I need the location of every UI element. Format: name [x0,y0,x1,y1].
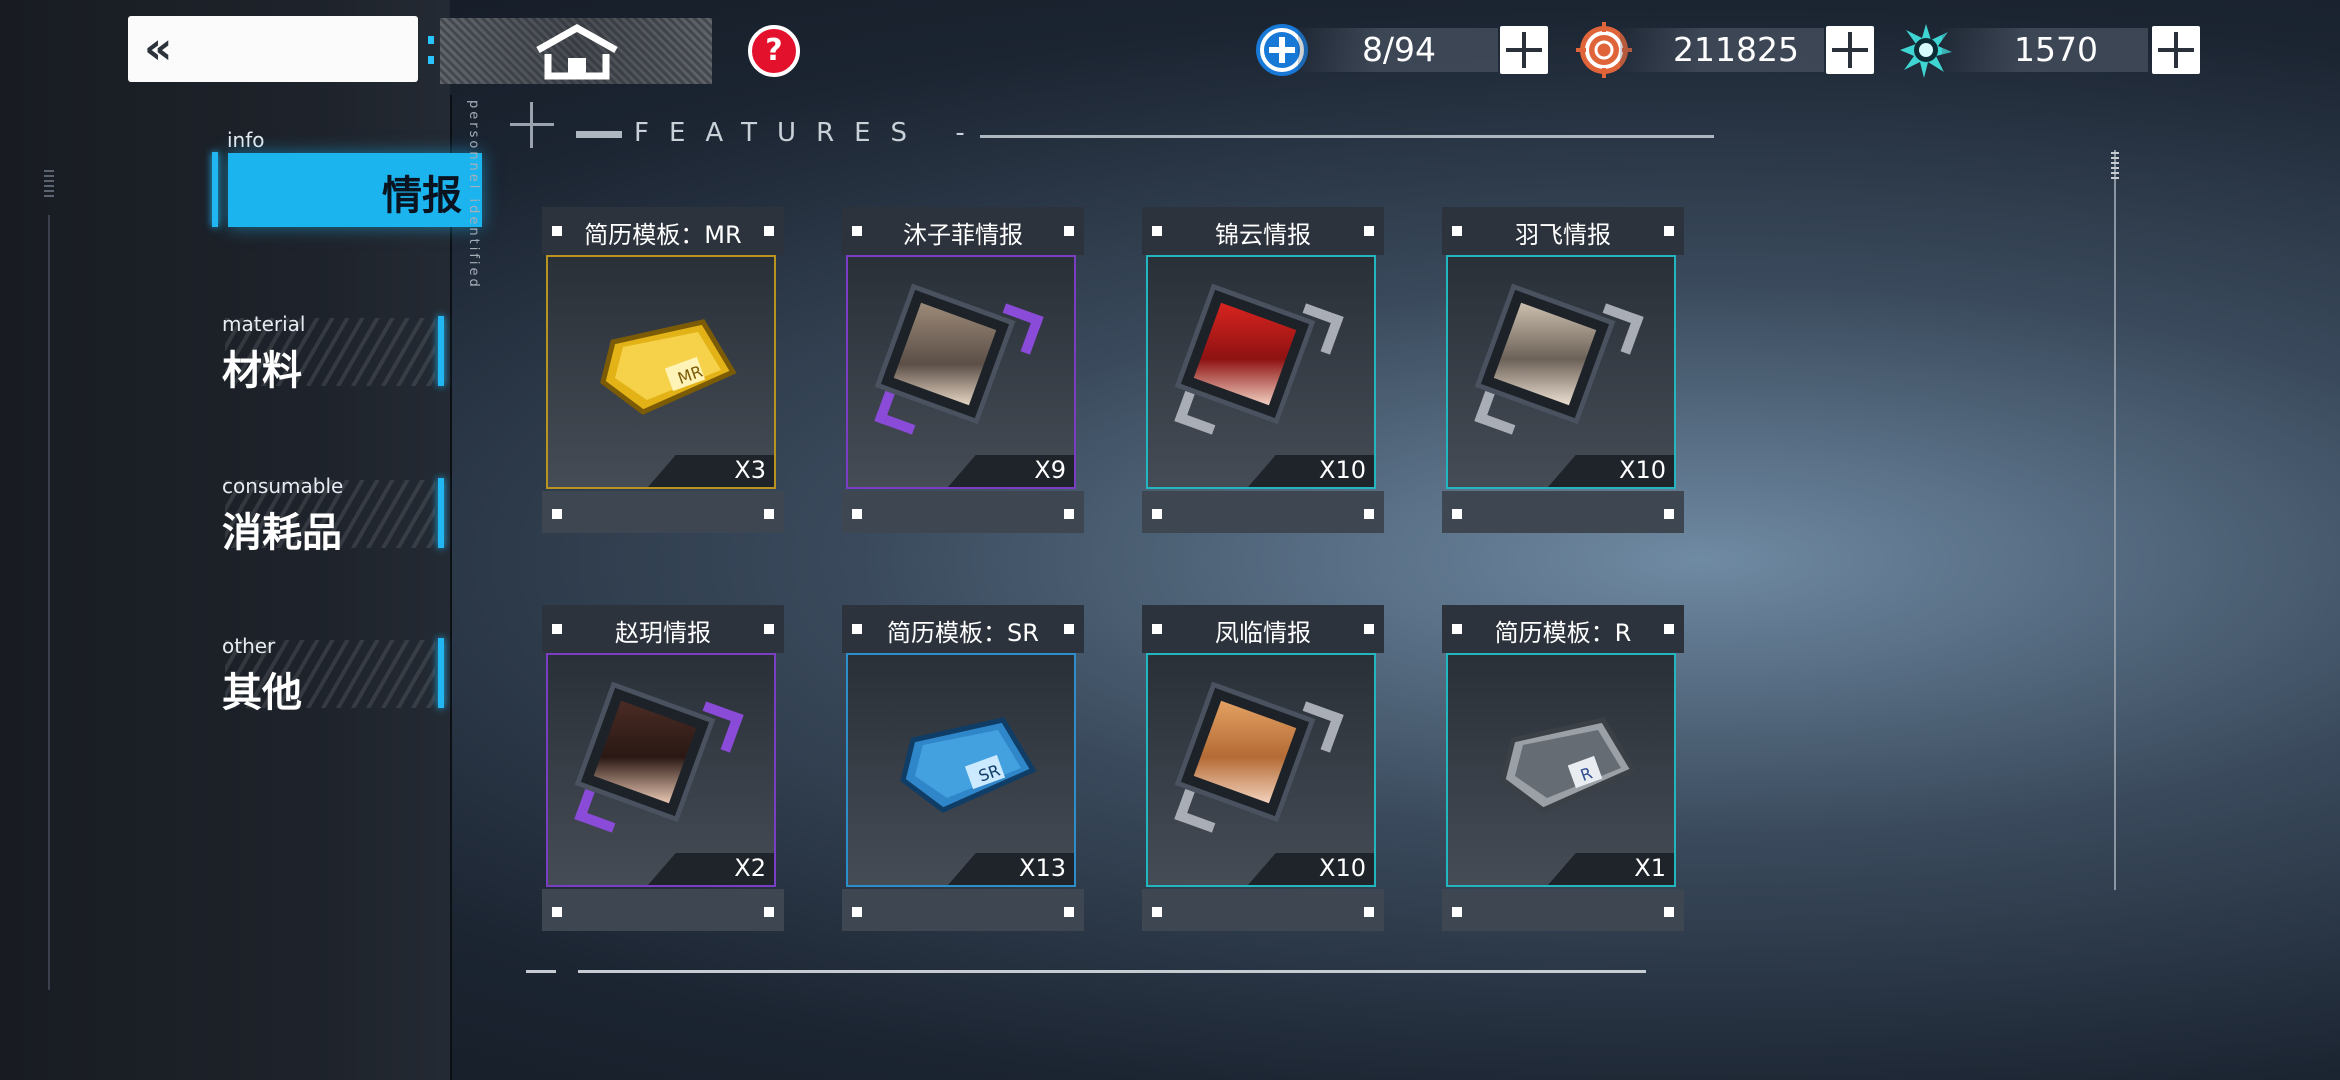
tab-indicator [438,638,444,708]
resource-crystal: 1570 [1898,22,2200,78]
item-icon-frame: X2 [546,653,776,887]
home-button-accent [428,36,434,66]
right-rail-ticks [2111,152,2119,180]
help-icon[interactable]: ? [748,25,800,77]
sidebar-item-zh-label: 情报 [382,173,462,219]
item-count: X13 [1019,854,1066,882]
item-name: 羽飞情报 [1515,221,1611,249]
active-indicator [212,152,218,227]
item-icon-frame: X9 [846,255,1076,489]
sidebar-item-en-label: consumable [222,474,344,498]
item-icon-frame: SR X13 [846,653,1076,887]
right-rail [2114,150,2116,890]
item-count: X2 [734,854,766,882]
section-title: FEATURES - [634,118,985,148]
sidebar-divider [450,95,452,1080]
bottom-rule [578,970,1646,973]
item-icon-frame: MR X3 [546,255,776,489]
item-card-mr-template[interactable]: 简历模板：MR MR X3 [542,207,784,533]
item-name: 简历模板：MR [584,221,742,249]
item-icon-frame: R X1 [1446,653,1676,887]
chevron-left-icon: « [144,23,173,74]
item-name: 锦云情报 [1215,221,1311,249]
crosshair-decoration [510,123,554,126]
vertical-caption: personnel identified [466,100,481,290]
item-icon-frame: X10 [1146,653,1376,887]
item-name: 简历模板：SR [887,619,1039,647]
active-tab-panel: 情报 [228,153,482,227]
bottom-rule [526,970,556,973]
item-card-intel-1[interactable]: 沐子菲情报 X9 [842,207,1084,533]
add-currency-button[interactable] [1826,26,1874,74]
resource-stamina: 8/94 [1254,22,1554,76]
item-card-intel-2[interactable]: 锦云情报 X10 [1142,207,1384,533]
crystal-value: 1570 [2014,30,2098,69]
item-card-sr-template[interactable]: 简历模板：SR SR X13 [842,605,1084,931]
item-name: 简历模板：R [1494,619,1632,647]
item-count: X10 [1319,456,1366,484]
resource-currency: 211825 [1576,22,1876,78]
currency-value: 211825 [1673,30,1799,69]
item-card-intel-4[interactable]: 赵玥情报 X2 [542,605,784,931]
sidebar-item-en-label: other [222,634,276,658]
tab-indicator [438,316,444,386]
item-count: X10 [1619,456,1666,484]
item-name: 赵玥情报 [615,619,711,647]
sidebar-item-zh-label: 材料 [222,348,302,394]
sr-template-chip-icon: SR [900,717,1037,813]
sidebar-item-other[interactable]: other 其他 [0,622,450,722]
item-card-r-template[interactable]: 简历模板：R R X1 [1442,605,1684,931]
sidebar-item-en-label: info [227,128,265,152]
item-count: X1 [1634,854,1666,882]
stamina-value: 8/94 [1361,30,1437,69]
back-button[interactable]: « [128,16,418,82]
sidebar-item-zh-label: 其他 [222,670,302,716]
item-card-intel-5[interactable]: 凤临情报 X10 [1142,605,1384,931]
home-button[interactable] [428,18,712,84]
sidebar-item-material[interactable]: material 材料 [0,300,450,400]
sidebar-item-consumable[interactable]: consumable 消耗品 [0,462,450,562]
sidebar-item-en-label: material [222,312,306,336]
item-count: X3 [734,456,766,484]
item-count: X9 [1034,456,1066,484]
item-card-intel-3[interactable]: 羽飞情报 X10 [1442,207,1684,533]
item-count: X10 [1319,854,1366,882]
item-name: 凤临情报 [1215,619,1311,647]
mr-template-chip-icon: MR [600,319,737,415]
add-stamina-button[interactable] [1500,26,1548,74]
item-name: 沐子菲情报 [903,221,1023,249]
dash-decoration [576,131,622,138]
item-icon-frame: X10 [1146,255,1376,489]
r-template-chip-icon: R [1500,717,1637,813]
home-icon [536,24,618,80]
add-crystal-button[interactable] [2152,26,2200,74]
item-icon-frame: X10 [1446,255,1676,489]
tab-indicator [438,478,444,548]
sidebar-item-zh-label: 消耗品 [222,510,342,556]
header-rule [980,135,1714,138]
